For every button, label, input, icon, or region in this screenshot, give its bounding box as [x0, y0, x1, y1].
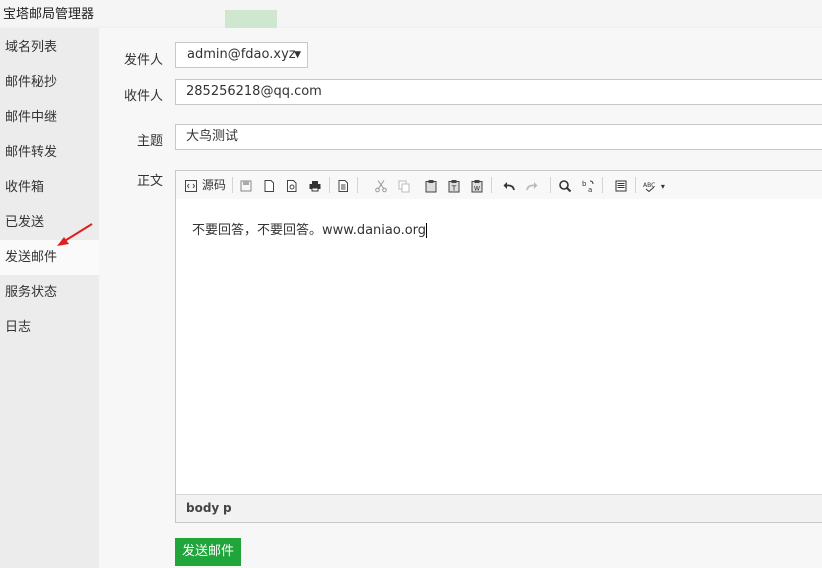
paste-word-icon: W	[471, 179, 483, 192]
app-title: 宝塔邮局管理器	[3, 7, 95, 22]
paste-word-button[interactable]: W	[468, 175, 486, 195]
recipient-label: 收件人	[123, 89, 163, 104]
toolbar-separator	[357, 177, 358, 193]
undo-icon	[503, 181, 515, 190]
toolbar-separator	[232, 177, 233, 193]
new-page-button[interactable]	[260, 175, 278, 195]
body-label: 正文	[136, 174, 163, 189]
cut-icon	[375, 179, 387, 192]
sidebar-item-logs[interactable]: 日志	[0, 310, 99, 345]
paste-text-icon: T	[448, 179, 460, 192]
paste-icon	[425, 179, 437, 192]
sidebar-item-relay[interactable]: 邮件中继	[0, 100, 99, 135]
subject-label: 主题	[136, 134, 163, 149]
replace-icon: ba	[582, 180, 594, 193]
copy-button[interactable]	[395, 175, 413, 195]
select-all-icon	[615, 180, 627, 191]
editor-content-area[interactable]: 不要回答，不要回答。www.daniao.org	[176, 199, 822, 496]
source-code-icon	[185, 179, 198, 192]
redo-button[interactable]	[523, 175, 541, 195]
copy-icon	[398, 180, 410, 192]
save-button[interactable]	[237, 175, 255, 195]
templates-icon	[338, 179, 348, 192]
subject-input[interactable]: 大鸟测试	[175, 124, 822, 150]
toolbar-separator	[329, 177, 330, 193]
editor-path-bar: body p	[176, 494, 822, 522]
sidebar-item-forward[interactable]: 邮件转发	[0, 135, 99, 170]
sidebar-item-service-status[interactable]: 服务状态	[0, 275, 99, 310]
print-icon	[309, 180, 321, 191]
redo-icon	[526, 181, 538, 190]
paste-text-button[interactable]: T	[445, 175, 463, 195]
sender-value: admin@fdao.xyz	[187, 47, 296, 62]
background-header	[0, 0, 822, 26]
send-mail-button[interactable]: 发送邮件	[175, 538, 241, 566]
undo-button[interactable]	[500, 175, 518, 195]
recipient-input[interactable]: 285256218@qq.com	[175, 79, 822, 105]
toolbar-separator	[550, 177, 551, 193]
save-icon	[240, 180, 252, 191]
cut-button[interactable]	[372, 175, 390, 195]
path-item-body[interactable]: body	[186, 501, 219, 515]
editor-text: 不要回答，不要回答。www.daniao.org	[192, 223, 427, 238]
editor-text-wrapper: 不要回答，不要回答。www.daniao.org	[192, 219, 428, 238]
select-all-button[interactable]	[612, 175, 630, 195]
templates-button[interactable]	[334, 175, 352, 195]
sidebar-item-domains[interactable]: 域名列表	[0, 30, 99, 65]
annotation-arrow-icon	[57, 223, 93, 246]
new-page-icon	[264, 179, 274, 192]
background-button	[225, 10, 277, 28]
spellcheck-button[interactable]: ABC ▾	[641, 175, 667, 195]
preview-icon	[287, 179, 297, 192]
spellcheck-icon: ABC	[643, 182, 655, 192]
source-button[interactable]: 源码	[182, 175, 228, 195]
paste-button[interactable]	[422, 175, 440, 195]
find-button[interactable]	[556, 175, 574, 195]
sidebar-item-inbox[interactable]: 收件箱	[0, 170, 99, 205]
sender-label: 发件人	[123, 53, 163, 68]
toolbar-separator	[635, 177, 636, 193]
source-label: 源码	[201, 178, 226, 192]
chevron-down-icon: ▾	[660, 182, 665, 191]
text-cursor	[426, 223, 428, 238]
svg-text:b: b	[582, 180, 587, 188]
toolbar-separator	[602, 177, 603, 193]
svg-text:W: W	[474, 185, 480, 192]
chevron-down-icon: ▼	[294, 50, 301, 60]
svg-text:a: a	[588, 186, 592, 193]
toolbar-separator	[491, 177, 492, 193]
find-icon	[559, 179, 572, 192]
rich-text-editor: 源码 T W b a ABC ▾ 不要回答，不要回答。www.daniao.or…	[175, 170, 822, 523]
sender-select[interactable]: admin@fdao.xyz ▼	[175, 42, 308, 68]
preview-button[interactable]	[283, 175, 301, 195]
svg-text:T: T	[451, 184, 457, 192]
editor-toolbar: 源码 T W b a ABC ▾	[176, 171, 822, 200]
sidebar-item-bcc[interactable]: 邮件秘抄	[0, 65, 99, 100]
replace-button[interactable]: ba	[579, 175, 597, 195]
print-button[interactable]	[306, 175, 324, 195]
path-item-p[interactable]: p	[223, 501, 232, 515]
